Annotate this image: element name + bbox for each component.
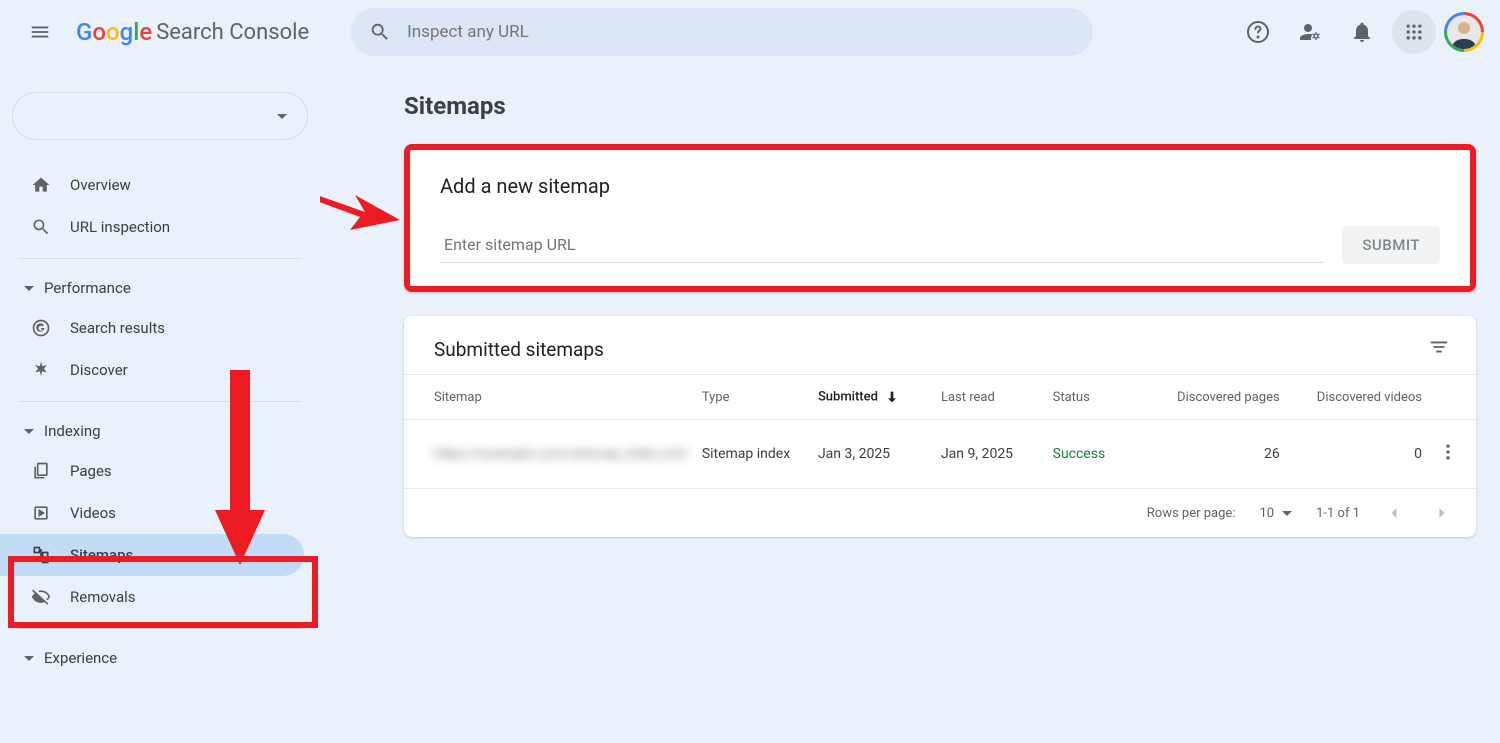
hamburger-icon	[29, 21, 51, 43]
section-performance[interactable]: Performance	[0, 269, 320, 307]
nav-label: Overview	[70, 176, 131, 194]
col-videos[interactable]: Discovered videos	[1288, 375, 1430, 420]
section-experience[interactable]: Experience	[0, 639, 320, 677]
chevron-down-icon	[1282, 511, 1292, 516]
sort-desc-icon	[884, 389, 900, 405]
search-icon	[369, 21, 391, 43]
rows-value: 10	[1259, 506, 1274, 521]
asterisk-icon	[30, 360, 52, 380]
col-submitted[interactable]: Submitted	[810, 375, 933, 420]
nav-label: Removals	[70, 588, 136, 606]
col-status[interactable]: Status	[1045, 375, 1146, 420]
logo[interactable]: Google Search Console	[76, 18, 309, 46]
chevron-down-icon	[24, 656, 34, 661]
table-footer: Rows per page: 10 1-1 of 1	[404, 488, 1476, 537]
next-page-button[interactable]	[1432, 503, 1452, 523]
nav-removals[interactable]: Removals	[0, 576, 304, 618]
rows-per-page-select[interactable]: 10	[1259, 506, 1292, 521]
eye-off-icon	[30, 587, 52, 607]
home-icon	[30, 175, 52, 195]
cell-type: Sitemap index	[694, 420, 810, 489]
filter-button[interactable]	[1428, 336, 1450, 362]
col-last-read[interactable]: Last read	[933, 375, 1045, 420]
property-selector[interactable]	[12, 92, 308, 140]
user-settings-icon	[1298, 20, 1322, 44]
col-pages[interactable]: Discovered pages	[1145, 375, 1287, 420]
chevron-down-icon	[277, 114, 287, 119]
cell-last-read: Jan 9, 2025	[933, 420, 1045, 489]
help-icon	[1246, 20, 1270, 44]
add-sitemap-card: Add a new sitemap SUBMIT	[404, 144, 1476, 292]
google-logo: Google	[76, 18, 152, 46]
nav-url-inspection[interactable]: URL inspection	[0, 206, 304, 248]
cell-submitted: Jan 3, 2025	[810, 420, 933, 489]
sitemap-icon	[30, 545, 52, 565]
header: Google Search Console	[0, 0, 1500, 64]
nav-overview[interactable]: Overview	[0, 164, 304, 206]
card-title: Submitted sitemaps	[434, 338, 604, 361]
section-label: Indexing	[44, 422, 101, 440]
chevron-down-icon	[24, 429, 34, 434]
more-vert-icon	[1438, 442, 1458, 462]
help-button[interactable]	[1236, 10, 1280, 54]
section-label: Experience	[44, 649, 117, 667]
sitemap-url-input[interactable]	[440, 227, 1324, 263]
g-icon	[30, 318, 52, 338]
bell-icon	[1350, 20, 1374, 44]
page-title: Sitemaps	[404, 92, 1476, 120]
section-label: Performance	[44, 279, 131, 297]
pages-icon	[30, 461, 52, 481]
prev-page-button[interactable]	[1384, 503, 1404, 523]
submitted-sitemaps-card: Submitted sitemaps Sitemap Type Submitte…	[404, 316, 1476, 537]
main-content: Sitemaps Add a new sitemap SUBMIT Submit…	[320, 64, 1500, 743]
nav-label: URL inspection	[70, 218, 170, 236]
section-indexing[interactable]: Indexing	[0, 412, 320, 450]
product-name: Search Console	[156, 20, 309, 45]
cell-sitemap: https://example.com/sitemap_index.xml	[404, 420, 694, 489]
search-input[interactable]	[407, 22, 1075, 42]
cell-status: Success	[1045, 420, 1146, 489]
card-title: Add a new sitemap	[440, 174, 1440, 198]
sitemaps-table: Sitemap Type Submitted Last read Status …	[404, 374, 1476, 488]
users-button[interactable]	[1288, 10, 1332, 54]
filter-icon	[1428, 336, 1450, 358]
search-icon	[30, 217, 52, 237]
annotation-arrow	[320, 170, 400, 230]
nav-label: Pages	[70, 462, 112, 480]
menu-button[interactable]	[16, 8, 64, 56]
header-actions	[1236, 10, 1484, 54]
url-inspection-search[interactable]	[351, 8, 1093, 56]
nav-label: Search results	[70, 319, 165, 337]
nav-label: Sitemaps	[70, 546, 133, 564]
annotation-arrow	[210, 370, 270, 570]
nav-label: Discover	[70, 361, 128, 379]
apps-grid-icon	[1404, 22, 1424, 42]
col-sitemap[interactable]: Sitemap	[404, 375, 694, 420]
submit-button[interactable]: SUBMIT	[1342, 226, 1440, 264]
chevron-down-icon	[24, 286, 34, 291]
nav-label: Videos	[70, 504, 116, 522]
sidebar: Overview URL inspection Performance Sear…	[0, 64, 320, 743]
cell-pages: 26	[1145, 420, 1287, 489]
table-row[interactable]: https://example.com/sitemap_index.xml Si…	[404, 420, 1476, 489]
col-type[interactable]: Type	[694, 375, 810, 420]
cell-videos: 0	[1288, 420, 1430, 489]
nav-search-results[interactable]: Search results	[0, 307, 304, 349]
pagination-range: 1-1 of 1	[1316, 506, 1360, 521]
rows-per-page-label: Rows per page:	[1147, 506, 1236, 521]
row-menu-button[interactable]	[1430, 420, 1476, 489]
video-icon	[30, 503, 52, 523]
apps-button[interactable]	[1392, 10, 1436, 54]
notifications-button[interactable]	[1340, 10, 1384, 54]
account-avatar[interactable]	[1444, 12, 1484, 52]
avatar-image	[1447, 15, 1481, 49]
